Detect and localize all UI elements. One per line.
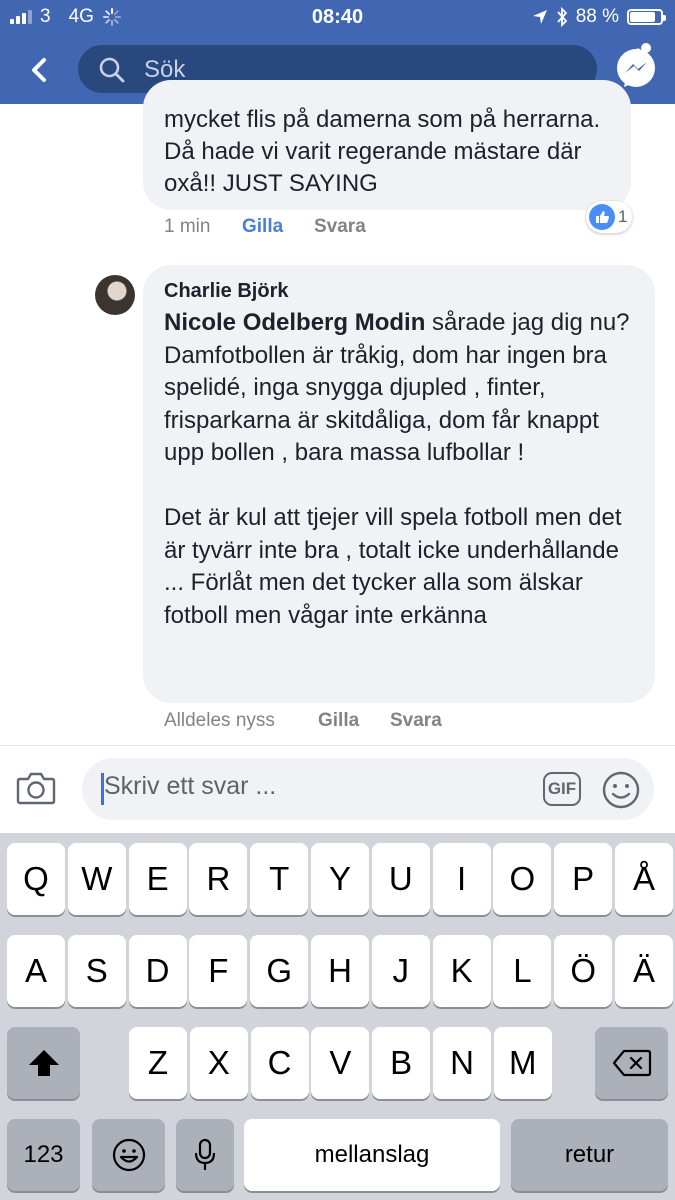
key-d[interactable]: D: [128, 935, 187, 1007]
numbers-key[interactable]: 123: [7, 1119, 80, 1191]
key-n[interactable]: N: [433, 1027, 491, 1099]
microphone-icon: [194, 1138, 216, 1170]
reply-placeholder: Skriv ett svar ...: [104, 772, 277, 800]
location-arrow-icon: [532, 10, 547, 24]
bluetooth-icon: [557, 7, 567, 27]
key-u[interactable]: U: [371, 843, 430, 915]
return-key[interactable]: retur: [511, 1119, 668, 1191]
key-i[interactable]: I: [432, 843, 491, 915]
search-icon: [99, 57, 125, 83]
emoji-key[interactable]: [92, 1119, 165, 1191]
key-ö[interactable]: Ö: [554, 935, 613, 1007]
key-s[interactable]: S: [67, 935, 126, 1007]
comment-text: Nicole Odelberg Modin sårade jag dig nu?…: [164, 307, 644, 632]
shift-arrow-icon: [28, 1050, 59, 1076]
space-key[interactable]: mellanslag: [244, 1119, 500, 1191]
key-b[interactable]: B: [372, 1027, 431, 1099]
messenger-icon[interactable]: [612, 40, 662, 90]
key-å[interactable]: Å: [615, 843, 673, 915]
key-w[interactable]: W: [67, 843, 126, 915]
key-v[interactable]: V: [311, 1027, 370, 1099]
key-h[interactable]: H: [311, 935, 369, 1007]
key-ä[interactable]: Ä: [615, 935, 673, 1007]
dictation-key[interactable]: [176, 1119, 234, 1191]
like-link[interactable]: Gilla: [242, 216, 283, 238]
mention-link[interactable]: Nicole Odelberg Modin: [164, 309, 425, 336]
key-o[interactable]: O: [493, 843, 552, 915]
camera-icon[interactable]: [16, 770, 56, 806]
backspace-key[interactable]: [595, 1027, 668, 1099]
key-x[interactable]: X: [189, 1027, 248, 1099]
key-m[interactable]: M: [493, 1027, 552, 1099]
shift-key[interactable]: [7, 1027, 80, 1099]
backspace-icon: [612, 1049, 651, 1077]
key-l[interactable]: L: [493, 935, 552, 1007]
reaction-count: 1: [618, 207, 628, 226]
key-f[interactable]: F: [189, 935, 248, 1007]
key-y[interactable]: Y: [311, 843, 369, 915]
key-q[interactable]: Q: [7, 843, 65, 915]
like-link[interactable]: Gilla: [318, 710, 359, 732]
emoji-icon: [112, 1138, 145, 1172]
avatar[interactable]: [95, 275, 135, 315]
reply-link[interactable]: Svara: [390, 710, 442, 732]
battery-percent: 88 %: [575, 6, 619, 27]
gif-button[interactable]: GIF: [543, 772, 581, 806]
comment-text: mycket flis på damerna som på herrarna. …: [164, 106, 601, 197]
key-t[interactable]: T: [250, 843, 309, 915]
key-p[interactable]: P: [554, 843, 613, 915]
key-k[interactable]: K: [432, 935, 491, 1007]
key-e[interactable]: E: [128, 843, 187, 915]
emoji-icon[interactable]: [601, 770, 641, 810]
key-j[interactable]: J: [371, 935, 430, 1007]
keyboard: 123 mellanslag retur QWERTYUIOPÅ ASDFGHJK…: [0, 833, 675, 1200]
battery-icon: [627, 9, 666, 25]
key-g[interactable]: G: [250, 935, 309, 1007]
comment-author[interactable]: Charlie Björk: [164, 280, 288, 303]
key-z[interactable]: Z: [129, 1027, 187, 1099]
comment-time: Alldeles nyss: [164, 710, 275, 731]
comment-text-paragraph: Det är kul att tjejer vill spela fotboll…: [164, 504, 622, 629]
key-r[interactable]: R: [189, 843, 248, 915]
key-c[interactable]: C: [250, 1027, 309, 1099]
comment-time: 1 min: [164, 216, 211, 237]
back-arrow-icon[interactable]: [22, 52, 58, 88]
thumbs-up-icon: [589, 204, 615, 230]
status-bar: 3 4G 08:40 88 %: [0, 0, 675, 36]
reply-link[interactable]: Svara: [314, 216, 366, 238]
key-a[interactable]: A: [7, 935, 65, 1007]
reaction-badge[interactable]: 1: [586, 201, 632, 233]
